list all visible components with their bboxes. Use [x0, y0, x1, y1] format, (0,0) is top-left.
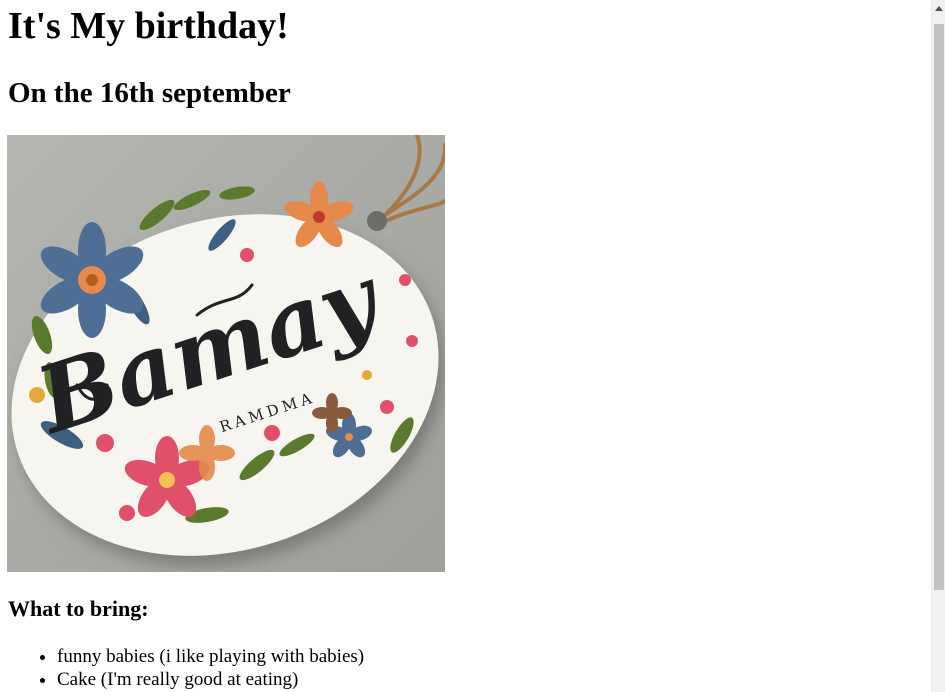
tag-hole [367, 211, 387, 231]
list-item: Cake (I'm really good at eating) [57, 668, 364, 691]
list-item: funny babies (i like playing with babies… [57, 645, 364, 668]
vertical-scrollbar[interactable] [931, 0, 945, 692]
birthday-tag-image: Bamay RAMDMA [7, 135, 445, 572]
page: It's My birthday! On the 16th september [0, 0, 931, 692]
scrollbar-thumb[interactable] [934, 24, 944, 590]
date-heading: On the 16th september [8, 77, 291, 109]
bring-heading: What to bring: [8, 596, 149, 621]
page-title: It's My birthday! [8, 5, 289, 47]
scroll-up-arrow-icon[interactable] [932, 0, 945, 17]
bring-list: funny babies (i like playing with babies… [0, 645, 364, 691]
